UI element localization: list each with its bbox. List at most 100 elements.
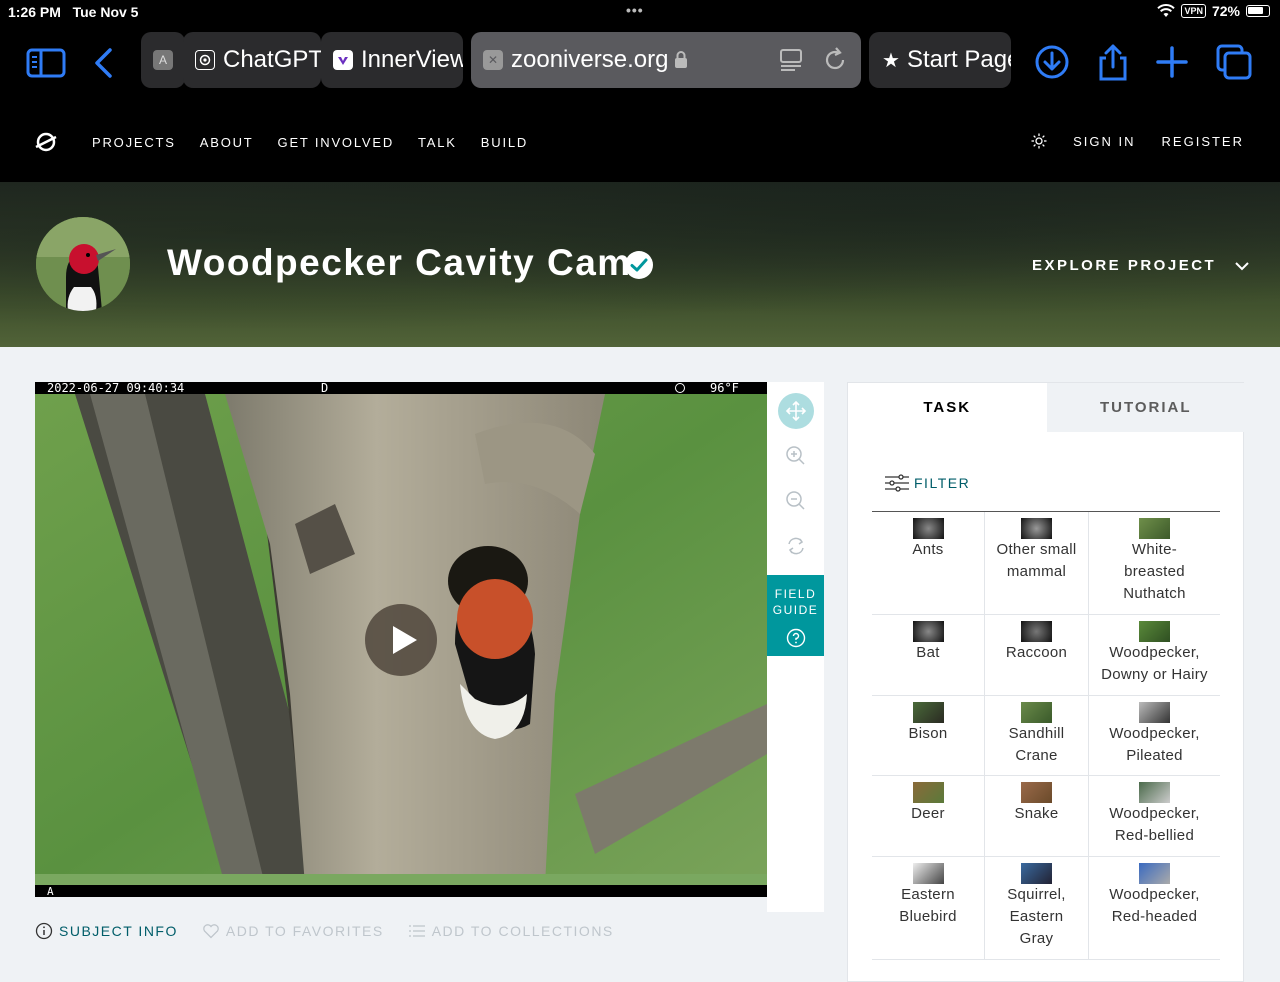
new-tab-icon[interactable] (1152, 42, 1192, 82)
nav-get-involved[interactable]: GET INVOLVED (278, 135, 394, 150)
battery-icon (1246, 5, 1270, 17)
project-avatar[interactable] (36, 217, 130, 311)
zoom-out-icon[interactable] (778, 483, 814, 519)
choice-label: Bat (916, 644, 940, 661)
choice-thumbnail (1021, 702, 1052, 723)
choice-thumbnail (912, 702, 944, 723)
choice-thumbnail (1021, 621, 1052, 642)
list-icon (408, 925, 425, 937)
choice-eastern-bluebird[interactable]: Eastern Bluebird (872, 857, 985, 959)
choice-label: Raccoon (1005, 644, 1068, 661)
choice-label: Woodpecker, Red-bellied (1109, 805, 1200, 844)
explore-label: EXPLORE PROJECT (1032, 257, 1217, 274)
choice-label: Woodpecker, Pileated (1109, 725, 1200, 764)
choice-woodpecker-pileated[interactable]: Woodpecker, Pileated (1089, 696, 1220, 775)
choice-woodpecker-downy-hairy[interactable]: Woodpecker, Downy or Hairy (1089, 615, 1220, 695)
choice-thumbnail (1139, 621, 1170, 642)
choice-other-small-mammal[interactable]: Other small mammal (985, 512, 1089, 614)
camera-timestamp: 2022-06-27 09:40:34 (47, 382, 185, 395)
task-tabs: TASK TUTORIAL (848, 383, 1245, 432)
choice-woodpecker-red-bellied[interactable]: Woodpecker, Red-bellied (1089, 776, 1220, 856)
choice-thumbnail (912, 782, 944, 803)
filter-label: FILTER (914, 475, 971, 491)
subject-info-button[interactable]: SUBJECT INFO (35, 922, 178, 940)
choice-ants[interactable]: Ants (872, 512, 985, 614)
choice-raccoon[interactable]: Raccoon (985, 615, 1089, 695)
zooniverse-logo-icon[interactable] (34, 130, 58, 154)
back-icon[interactable] (86, 42, 126, 82)
choice-label: Snake (1014, 805, 1059, 822)
tab-zooniverse[interactable]: ✕ zooniverse.org (471, 32, 861, 88)
zoom-in-icon[interactable] (778, 438, 814, 474)
camera-info-bar: 2022-06-27 09:40:34 D 96°F (35, 382, 767, 394)
field-guide-button[interactable]: FIELD GUIDE (767, 575, 824, 656)
tab-innerview[interactable]: InnerView (321, 32, 463, 88)
nav-about[interactable]: ABOUT (200, 135, 254, 150)
reset-view-icon[interactable] (778, 528, 814, 564)
download-icon[interactable] (1032, 42, 1072, 82)
choice-label: Deer (911, 805, 945, 822)
choice-thumbnail (912, 621, 944, 642)
sidebar-icon[interactable] (26, 42, 66, 82)
choice-grid: Ants Other small mammal White-breasted N… (872, 511, 1220, 960)
lock-icon (675, 51, 688, 68)
nav-talk[interactable]: TALK (418, 135, 457, 150)
filter-sliders-icon (885, 474, 909, 492)
move-tool-icon[interactable] (778, 393, 814, 429)
status-right: VPN 72% (1157, 3, 1270, 19)
choice-bison[interactable]: Bison (872, 696, 985, 775)
nav-links: PROJECTS ABOUT GET INVOLVED TALK BUILD (92, 135, 528, 150)
address-url[interactable]: zooniverse.org (511, 46, 668, 74)
wifi-icon (1157, 4, 1176, 17)
tab-start-page[interactable]: ★ Start Page (869, 32, 1011, 88)
theme-sun-icon[interactable] (1031, 133, 1047, 149)
choice-label: White-breasted Nuthatch (1123, 541, 1186, 602)
subject-viewer[interactable]: 2022-06-27 09:40:34 D 96°F A (35, 382, 767, 897)
tab-tutorial[interactable]: TUTORIAL (1046, 383, 1245, 432)
chevron-down-icon (1235, 261, 1249, 270)
share-icon[interactable] (1093, 42, 1133, 82)
add-to-collections-button[interactable]: ADD TO COLLECTIONS (408, 922, 614, 940)
openai-icon (195, 50, 215, 70)
filter-button[interactable]: FILTER (884, 473, 970, 493)
status-bar: 1:26 PM Tue Nov 5 ••• VPN 72% (0, 0, 1280, 24)
play-button[interactable] (365, 604, 437, 676)
innerview-icon (333, 50, 353, 70)
choice-row: Ants Other small mammal White-breasted N… (872, 512, 1220, 615)
choice-label: Other small mammal (996, 541, 1077, 580)
choice-row: Eastern Bluebird Squirrel, Eastern Gray … (872, 857, 1220, 960)
star-icon: ★ (882, 49, 900, 72)
choice-sandhill-crane[interactable]: Sandhill Crane (985, 696, 1089, 775)
tab-label: Start Page (907, 46, 1011, 73)
tab-chatgpt[interactable]: ChatGPT (183, 32, 321, 88)
choice-row: Bat Raccoon Woodpecker, Downy or Hairy (872, 615, 1220, 696)
choice-snake[interactable]: Snake (985, 776, 1089, 856)
choice-thumbnail (1021, 782, 1052, 803)
tab-overview-icon[interactable] (1214, 42, 1254, 82)
reload-icon[interactable] (821, 46, 849, 74)
choice-squirrel-eastern-gray[interactable]: Squirrel, Eastern Gray (985, 857, 1089, 959)
multitasking-dots[interactable]: ••• (626, 2, 644, 18)
info-icon (35, 922, 53, 940)
reader-icon[interactable] (777, 46, 805, 74)
nav-projects[interactable]: PROJECTS (92, 135, 176, 150)
register-link[interactable]: REGISTER (1162, 134, 1244, 149)
status-time: 1:26 PM Tue Nov 5 (8, 4, 139, 20)
sign-in-link[interactable]: SIGN IN (1073, 134, 1135, 149)
nav-build[interactable]: BUILD (481, 135, 528, 150)
camera-bottom-bar: A (35, 885, 767, 897)
choice-white-breasted-nuthatch[interactable]: White-breasted Nuthatch (1089, 512, 1220, 614)
choice-label: Woodpecker, Downy or Hairy (1101, 644, 1208, 683)
explore-project-button[interactable]: EXPLORE PROJECT (1032, 257, 1250, 274)
add-to-favorites-button[interactable]: ADD TO FAVORITES (202, 922, 384, 940)
project-title: Woodpecker Cavity Cam (167, 242, 632, 283)
choice-label: Squirrel, Eastern Gray (1007, 886, 1066, 947)
choice-deer[interactable]: Deer (872, 776, 985, 856)
tab-task[interactable]: TASK (848, 383, 1047, 432)
choice-bat[interactable]: Bat (872, 615, 985, 695)
collections-label: ADD TO COLLECTIONS (431, 923, 614, 939)
choice-woodpecker-red-headed[interactable]: Woodpecker, Red-headed (1089, 857, 1220, 959)
tab-a[interactable]: A (141, 32, 185, 88)
choice-label: Ants (912, 541, 944, 558)
close-tab-icon[interactable]: ✕ (483, 50, 503, 70)
